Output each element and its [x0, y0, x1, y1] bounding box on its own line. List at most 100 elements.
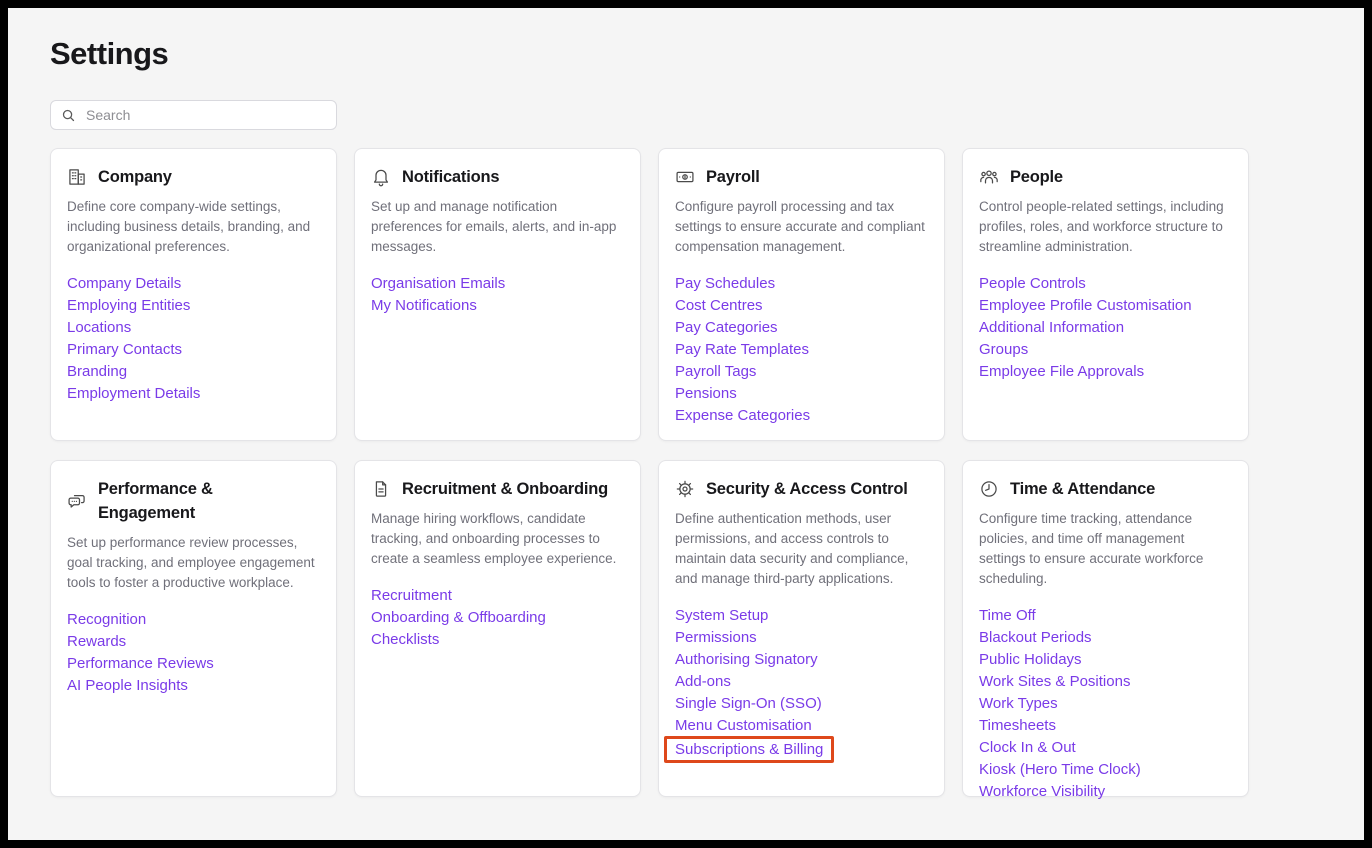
- list-item: Single Sign-On (SSO): [675, 693, 928, 715]
- settings-link[interactable]: Organisation Emails: [371, 275, 505, 292]
- card-title: Time & Attendance: [1010, 477, 1155, 501]
- list-item: Company Details: [67, 273, 320, 295]
- search-icon: [61, 108, 76, 123]
- settings-link[interactable]: Single Sign-On (SSO): [675, 695, 822, 712]
- settings-card: Time & Attendance Configure time trackin…: [962, 460, 1249, 797]
- settings-link[interactable]: Pay Schedules: [675, 275, 775, 292]
- list-item: Pay Rate Templates: [675, 339, 928, 361]
- settings-card: Performance & Engagement Set up performa…: [50, 460, 337, 797]
- settings-link[interactable]: Clock In & Out: [979, 739, 1076, 756]
- list-item: Pensions: [675, 383, 928, 405]
- list-item: Recognition: [67, 609, 320, 631]
- settings-link[interactable]: Primary Contacts: [67, 341, 182, 358]
- card-description: Control people-related settings, includi…: [979, 197, 1232, 257]
- list-item: System Setup: [675, 605, 928, 627]
- list-item: Employment Details: [67, 383, 320, 405]
- settings-link[interactable]: Workforce Visibility: [979, 783, 1105, 800]
- list-item: Add-ons: [675, 671, 928, 693]
- settings-link[interactable]: Rewards: [67, 633, 126, 650]
- list-item: Locations: [67, 317, 320, 339]
- settings-link[interactable]: Pay Rate Templates: [675, 341, 809, 358]
- document-icon: [371, 479, 391, 499]
- card-links: Organisation Emails My Notifications: [371, 273, 624, 317]
- settings-link[interactable]: Onboarding & Offboarding: [371, 609, 546, 626]
- list-item: Timesheets: [979, 715, 1232, 737]
- people-icon: [979, 167, 999, 187]
- settings-link[interactable]: Pensions: [675, 385, 737, 402]
- settings-link[interactable]: Branding: [67, 363, 127, 380]
- settings-link[interactable]: Employee Profile Customisation: [979, 297, 1192, 314]
- settings-link[interactable]: Employee File Approvals: [979, 363, 1144, 380]
- settings-card: Recruitment & Onboarding Manage hiring w…: [354, 460, 641, 797]
- settings-link[interactable]: Timesheets: [979, 717, 1056, 734]
- bell-icon: [371, 167, 391, 187]
- card-links: System Setup Permissions Authorising Signa…: [675, 605, 928, 759]
- card-links: Pay Schedules Cost Centres Pay Categories P…: [675, 273, 928, 427]
- settings-link-annotation-highlight[interactable]: Subscriptions & Billing: [664, 736, 834, 763]
- card-header: People: [979, 165, 1232, 189]
- settings-link[interactable]: Permissions: [675, 629, 757, 646]
- card-description: Define authentication methods, user perm…: [675, 509, 928, 589]
- settings-link[interactable]: Work Sites & Positions: [979, 673, 1130, 690]
- settings-link[interactable]: Recognition: [67, 611, 146, 628]
- list-item: Onboarding & Offboarding: [371, 607, 624, 629]
- card-links: Recognition Rewards Performance Reviews AI …: [67, 609, 320, 697]
- card-title: Performance & Engagement: [98, 477, 238, 525]
- settings-link[interactable]: System Setup: [675, 607, 768, 624]
- list-item: Branding: [67, 361, 320, 383]
- chat-bubbles-icon: [67, 491, 87, 511]
- list-item: Groups: [979, 339, 1232, 361]
- card-description: Configure payroll processing and tax set…: [675, 197, 928, 257]
- list-item: My Notifications: [371, 295, 624, 317]
- card-header: Time & Attendance: [979, 477, 1232, 501]
- settings-link[interactable]: Work Types: [979, 695, 1058, 712]
- settings-link[interactable]: Employing Entities: [67, 297, 190, 314]
- list-item: AI People Insights: [67, 675, 320, 697]
- card-description: Configure time tracking, attendance poli…: [979, 509, 1232, 589]
- card-description: Manage hiring workflows, candidate track…: [371, 509, 624, 569]
- card-header: Company: [67, 165, 320, 189]
- settings-link[interactable]: Company Details: [67, 275, 181, 292]
- settings-link[interactable]: Pay Categories: [675, 319, 778, 336]
- list-item: Employing Entities: [67, 295, 320, 317]
- list-item: Public Holidays: [979, 649, 1232, 671]
- card-header: Performance & Engagement: [67, 477, 320, 525]
- list-item: Additional Information: [979, 317, 1232, 339]
- settings-link[interactable]: Additional Information: [979, 319, 1124, 336]
- list-item: Recruitment: [371, 585, 624, 607]
- list-item: Rewards: [67, 631, 320, 653]
- settings-link[interactable]: Locations: [67, 319, 131, 336]
- settings-link[interactable]: Recruitment: [371, 587, 452, 604]
- settings-link[interactable]: Payroll Tags: [675, 363, 756, 380]
- card-description: Set up and manage notification preferenc…: [371, 197, 624, 257]
- settings-link[interactable]: Kiosk (Hero Time Clock): [979, 761, 1141, 778]
- settings-link[interactable]: Public Holidays: [979, 651, 1082, 668]
- settings-link[interactable]: People Controls: [979, 275, 1086, 292]
- settings-link[interactable]: Performance Reviews: [67, 655, 214, 672]
- settings-link[interactable]: Checklists: [371, 631, 439, 648]
- card-links: People Controls Employee Profile Customis…: [979, 273, 1232, 383]
- gear-icon: [675, 479, 695, 499]
- list-item: Employee Profile Customisation: [979, 295, 1232, 317]
- settings-link[interactable]: Time Off: [979, 607, 1036, 624]
- settings-link[interactable]: My Notifications: [371, 297, 477, 314]
- app-frame: Settings Company Define core company-wid…: [0, 0, 1372, 848]
- page-title: Settings: [50, 36, 1364, 72]
- settings-page: Settings Company Define core company-wid…: [8, 8, 1364, 797]
- settings-link[interactable]: Cost Centres: [675, 297, 763, 314]
- card-description: Set up performance review processes, goa…: [67, 533, 320, 593]
- settings-link[interactable]: AI People Insights: [67, 677, 188, 694]
- settings-card: Payroll Configure payroll processing and…: [658, 148, 945, 441]
- settings-link[interactable]: Groups: [979, 341, 1028, 358]
- settings-link[interactable]: Authorising Signatory: [675, 651, 818, 668]
- list-item: Kiosk (Hero Time Clock): [979, 759, 1232, 781]
- list-item: Expense Categories: [675, 405, 928, 427]
- search-box: [50, 100, 337, 130]
- settings-link[interactable]: Expense Categories: [675, 407, 810, 424]
- card-links: Company Details Employing Entities Locatio…: [67, 273, 320, 405]
- settings-link[interactable]: Employment Details: [67, 385, 200, 402]
- search-input[interactable]: [84, 106, 326, 124]
- settings-link[interactable]: Menu Customisation: [675, 717, 812, 734]
- settings-link[interactable]: Blackout Periods: [979, 629, 1092, 646]
- settings-link[interactable]: Add-ons: [675, 673, 731, 690]
